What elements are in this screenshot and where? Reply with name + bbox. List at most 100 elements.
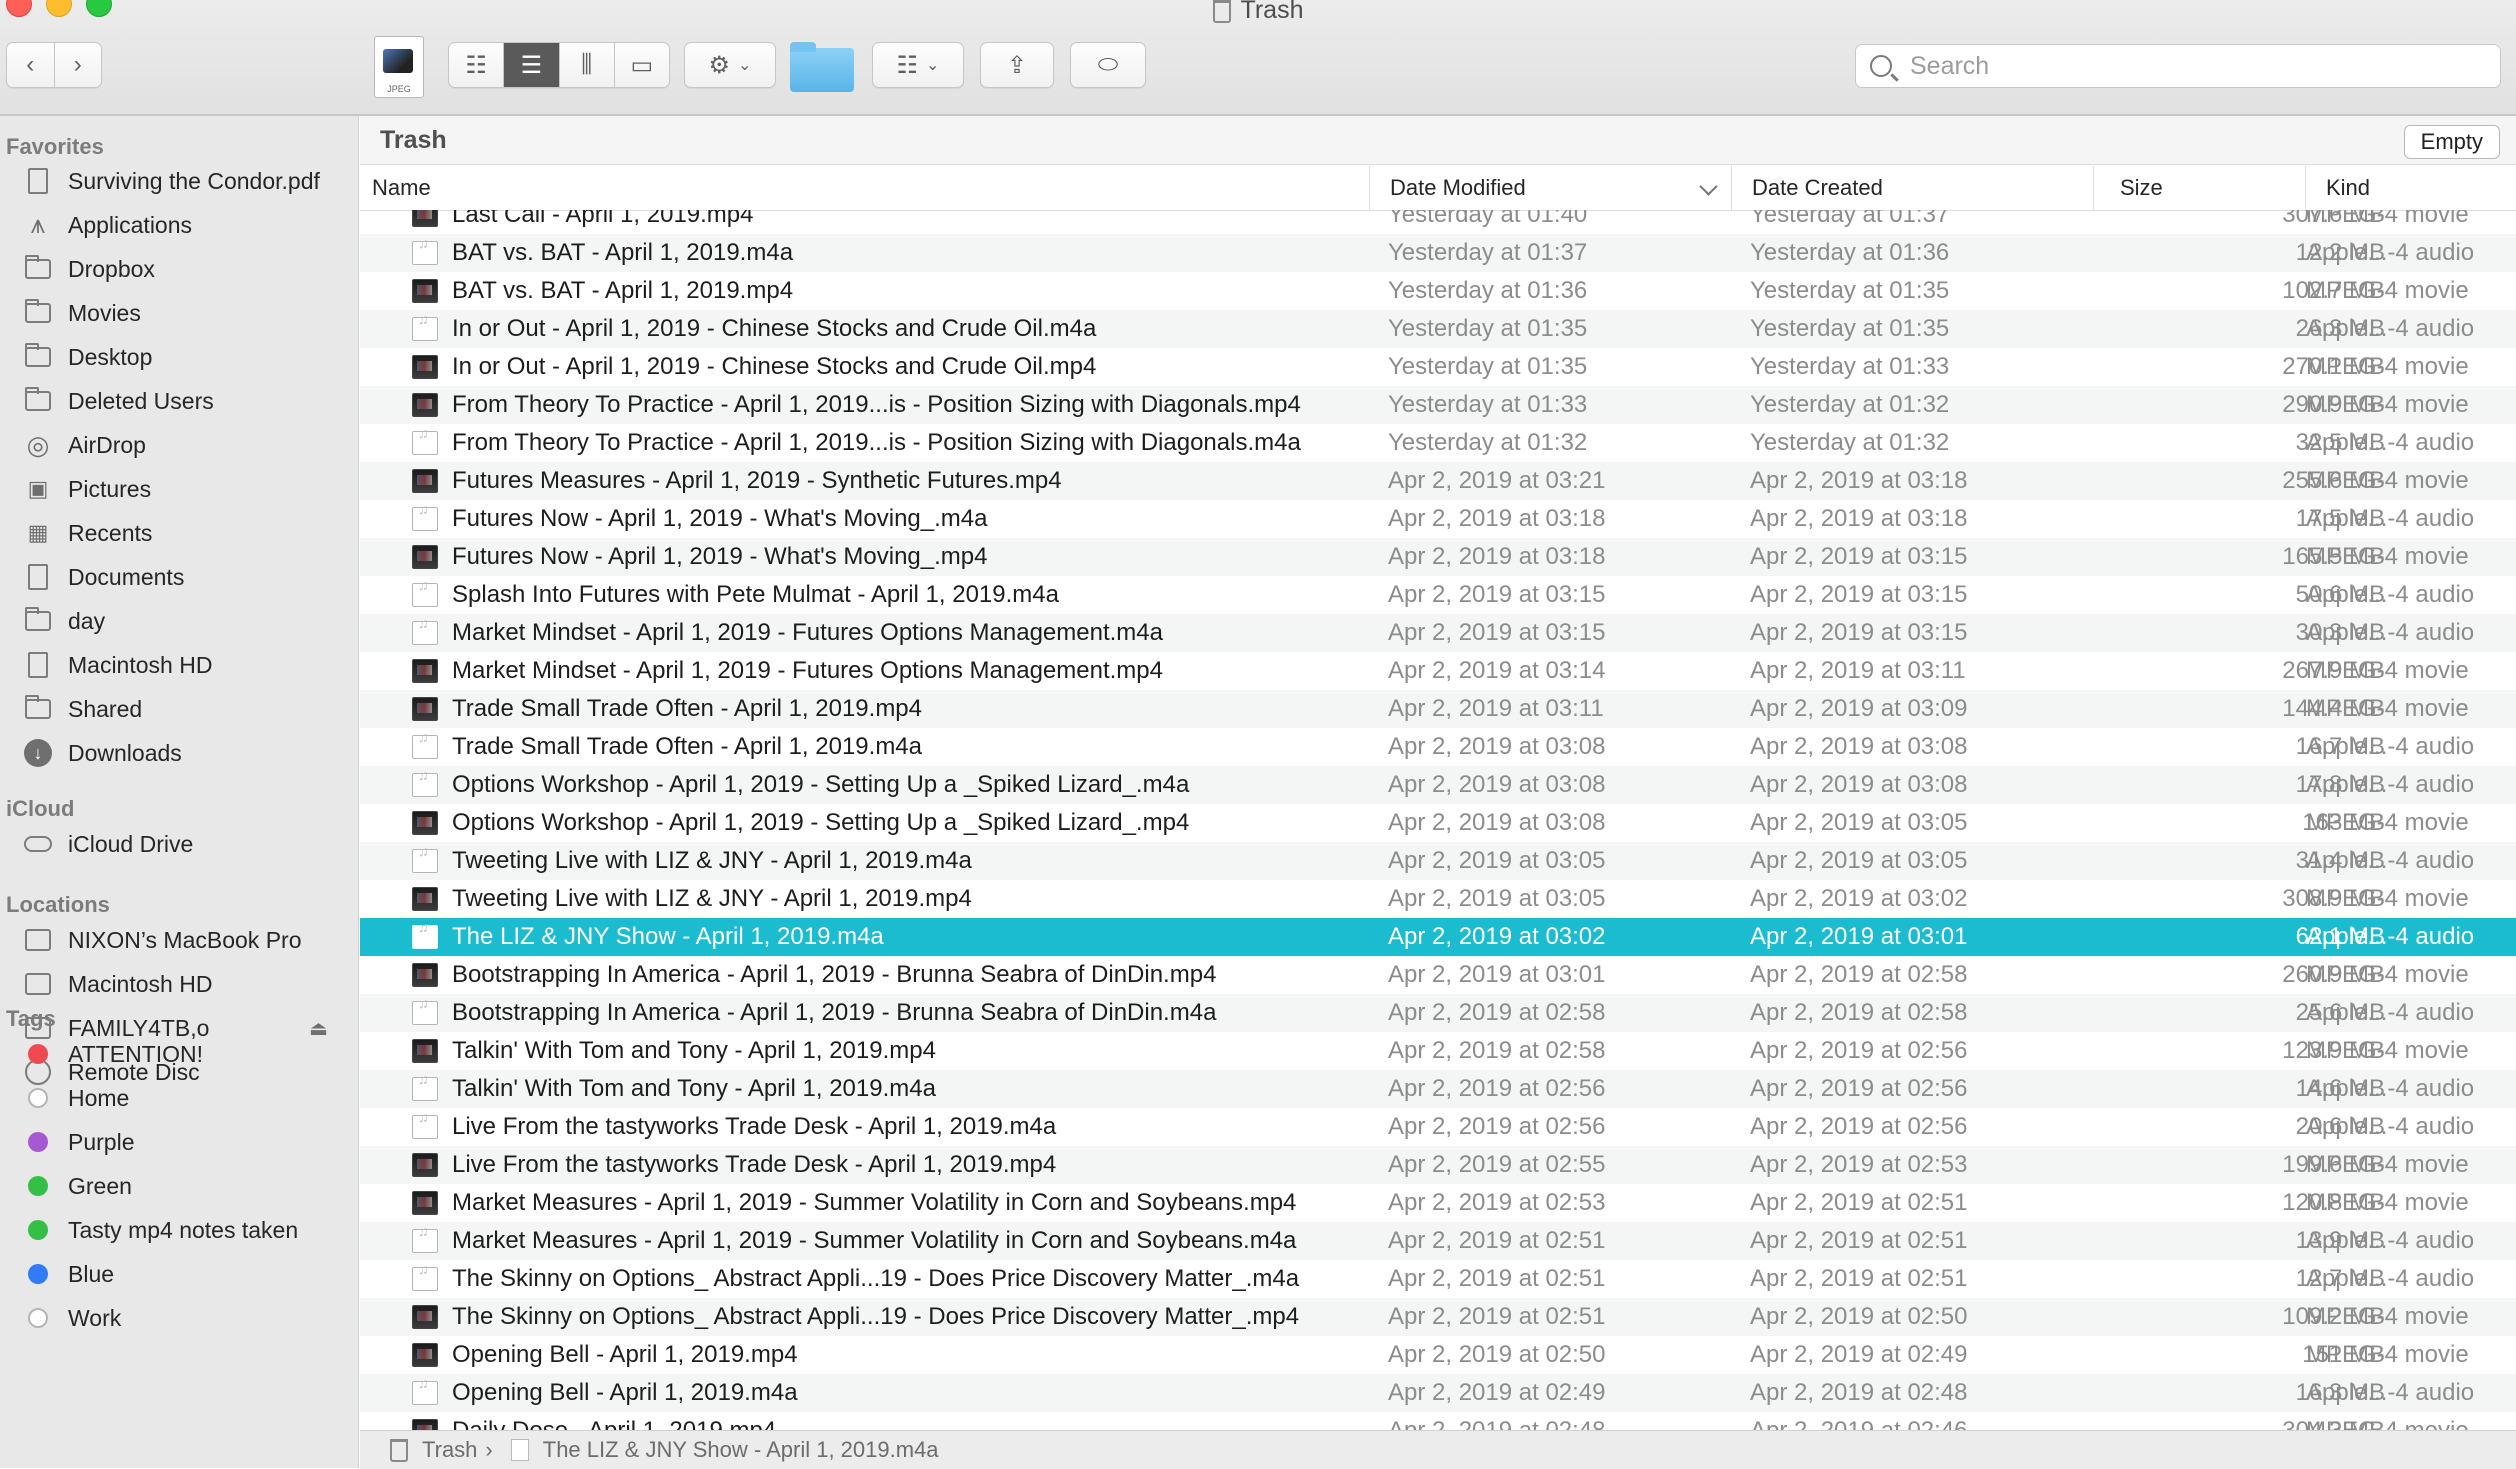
- table-row[interactable]: Last Call - April 1, 2019.mp4 Yesterday a…: [360, 210, 2516, 234]
- sidebar-item-label: day: [68, 607, 106, 634]
- sidebar-item-desktop[interactable]: Desktop: [0, 337, 358, 377]
- table-row[interactable]: The Skinny on Options_ Abstract Appli...…: [360, 1260, 2516, 1298]
- date-modified: Apr 2, 2019 at 03:08: [1388, 809, 1606, 836]
- airdrop-icon: ◎: [26, 429, 50, 460]
- back-button[interactable]: ‹: [7, 43, 55, 87]
- table-row[interactable]: Daily Dose - April 1, 2019.mp4 Apr 2, 201…: [360, 1412, 2516, 1430]
- sidebar-item-downloads[interactable]: ↓ Downloads: [0, 733, 358, 773]
- sidebar-item-macintosh-hd[interactable]: Macintosh HD: [0, 645, 358, 685]
- table-row[interactable]: Futures Measures - April 1, 2019 - Synth…: [360, 462, 2516, 500]
- sidebar-item-tasty-mp4-notes-taken[interactable]: Tasty mp4 notes taken: [0, 1210, 358, 1250]
- table-row[interactable]: Talkin' With Tom and Tony - April 1, 201…: [360, 1070, 2516, 1108]
- sidebar-item-movies[interactable]: Movies: [0, 293, 358, 333]
- file-name: From Theory To Practice - April 1, 2019.…: [452, 391, 1301, 418]
- action-menu-button[interactable]: ⚙ ⌄: [684, 42, 776, 88]
- forward-button[interactable]: ›: [55, 43, 102, 87]
- table-row[interactable]: In or Out - April 1, 2019 - Chinese Stoc…: [360, 348, 2516, 386]
- table-row[interactable]: Live From the tastyworks Trade Desk - Ap…: [360, 1146, 2516, 1184]
- sidebar-item-recents[interactable]: ▦ Recents: [0, 513, 358, 553]
- column-header-date-modified[interactable]: Date Modified: [1370, 166, 1732, 210]
- sidebar-item-shared[interactable]: Shared: [0, 689, 358, 729]
- date-created: Apr 2, 2019 at 03:18: [1750, 467, 1968, 494]
- search-input[interactable]: Search: [1855, 44, 2501, 88]
- list-view-button[interactable]: ☰: [504, 43, 560, 87]
- column-header-date-created[interactable]: Date Created: [1732, 166, 2094, 210]
- table-row[interactable]: Futures Now - April 1, 2019 - What's Mov…: [360, 500, 2516, 538]
- table-row[interactable]: Opening Bell - April 1, 2019.m4a Apr 2, 2…: [360, 1374, 2516, 1412]
- table-row[interactable]: Trade Small Trade Often - April 1, 2019.…: [360, 728, 2516, 766]
- sidebar-item-green[interactable]: Green: [0, 1166, 358, 1206]
- table-row[interactable]: Futures Now - April 1, 2019 - What's Mov…: [360, 538, 2516, 576]
- tag-color-icon: [28, 1264, 48, 1284]
- table-row[interactable]: From Theory To Practice - April 1, 2019.…: [360, 386, 2516, 424]
- table-row[interactable]: Bootstrapping In America - April 1, 2019…: [360, 994, 2516, 1032]
- icon-view-button[interactable]: ☷: [449, 43, 505, 87]
- tag-color-icon: [28, 1176, 48, 1196]
- columns-icon: ⫼: [581, 51, 593, 78]
- file-name: Tweeting Live with LIZ & JNY - April 1, …: [452, 847, 972, 874]
- sidebar-item-macintosh-hd[interactable]: Macintosh HD: [0, 964, 358, 1004]
- column-header-size[interactable]: Size: [2094, 166, 2306, 210]
- date-modified: Apr 2, 2019 at 02:56: [1388, 1113, 1606, 1140]
- empty-trash-button[interactable]: Empty: [2403, 125, 2500, 159]
- group-by-button[interactable]: ☷ ⌄: [872, 42, 964, 88]
- table-row[interactable]: Talkin' With Tom and Tony - April 1, 201…: [360, 1032, 2516, 1070]
- file-name: Talkin' With Tom and Tony - April 1, 201…: [452, 1075, 936, 1102]
- sidebar-item-applications[interactable]: ⩚ Applications: [0, 205, 358, 245]
- sidebar-item-documents[interactable]: Documents: [0, 557, 358, 597]
- table-row[interactable]: The LIZ & JNY Show - April 1, 2019.m4a Ap…: [360, 918, 2516, 956]
- folder-icon: [24, 695, 52, 723]
- date-created: Apr 2, 2019 at 02:48: [1750, 1379, 1968, 1406]
- table-row[interactable]: Market Measures - April 1, 2019 - Summer…: [360, 1184, 2516, 1222]
- table-row[interactable]: Opening Bell - April 1, 2019.mp4 Apr 2, 2…: [360, 1336, 2516, 1374]
- table-row[interactable]: Trade Small Trade Often - April 1, 2019.…: [360, 690, 2516, 728]
- share-button[interactable]: ⇪: [980, 42, 1054, 88]
- sidebar-item-home[interactable]: Home: [0, 1078, 358, 1118]
- date-modified: Apr 2, 2019 at 03:02: [1388, 923, 1606, 950]
- gallery-view-button[interactable]: ▭: [615, 43, 669, 87]
- table-row[interactable]: Live From the tastyworks Trade Desk - Ap…: [360, 1108, 2516, 1146]
- sidebar-item-nixon-s-macbook-pro[interactable]: NIXON’s MacBook Pro: [0, 920, 358, 960]
- sidebar-item-icloud-drive[interactable]: iCloud Drive: [0, 824, 358, 864]
- sidebar-item-attention[interactable]: ATTENTION!: [0, 1034, 358, 1074]
- tags-button[interactable]: ⬭: [1070, 42, 1146, 88]
- breadcrumb-file[interactable]: The LIZ & JNY Show - April 1, 2019.m4a: [543, 1437, 939, 1463]
- table-row[interactable]: BAT vs. BAT - April 1, 2019.m4a Yesterday…: [360, 234, 2516, 272]
- table-row[interactable]: Options Workshop - April 1, 2019 - Setti…: [360, 804, 2516, 842]
- date-created: Yesterday at 01:33: [1750, 353, 1950, 380]
- table-row[interactable]: Splash Into Futures with Pete Mulmat - A…: [360, 576, 2516, 614]
- sidebar-item-day[interactable]: day: [0, 601, 358, 641]
- date-created: Apr 2, 2019 at 02:56: [1750, 1113, 1968, 1140]
- folder-icon[interactable]: [790, 42, 854, 92]
- table-row[interactable]: BAT vs. BAT - April 1, 2019.mp4 Yesterday…: [360, 272, 2516, 310]
- table-row[interactable]: Bootstrapping In America - April 1, 2019…: [360, 956, 2516, 994]
- sidebar-item-surviving-the-condor-pdf[interactable]: Surviving the Condor.pdf: [0, 161, 358, 201]
- sidebar-item-label: Applications: [68, 211, 193, 238]
- table-row[interactable]: Tweeting Live with LIZ & JNY - April 1, …: [360, 880, 2516, 918]
- date-modified: Apr 2, 2019 at 03:08: [1388, 733, 1606, 760]
- file-name: In or Out - April 1, 2019 - Chinese Stoc…: [452, 353, 1097, 380]
- column-view-button[interactable]: ⫼: [560, 43, 615, 87]
- table-row[interactable]: Market Measures - April 1, 2019 - Summer…: [360, 1222, 2516, 1260]
- sidebar-item-pictures[interactable]: ▣ Pictures: [0, 469, 358, 509]
- table-row[interactable]: From Theory To Practice - April 1, 2019.…: [360, 424, 2516, 462]
- sidebar-item-purple[interactable]: Purple: [0, 1122, 358, 1162]
- table-row[interactable]: Tweeting Live with LIZ & JNY - April 1, …: [360, 842, 2516, 880]
- breadcrumb-trash[interactable]: Trash: [422, 1437, 477, 1463]
- sidebar-item-deleted-users[interactable]: Deleted Users: [0, 381, 358, 421]
- sidebar-item-work[interactable]: Work: [0, 1298, 358, 1338]
- table-row[interactable]: In or Out - April 1, 2019 - Chinese Stoc…: [360, 310, 2516, 348]
- audio-file-icon: [412, 501, 438, 531]
- table-row[interactable]: Options Workshop - April 1, 2019 - Setti…: [360, 766, 2516, 804]
- table-row[interactable]: The Skinny on Options_ Abstract Appli...…: [360, 1298, 2516, 1336]
- sidebar-item-label: Home: [68, 1084, 130, 1111]
- table-row[interactable]: Market Mindset - April 1, 2019 - Futures…: [360, 652, 2516, 690]
- table-row[interactable]: Market Mindset - April 1, 2019 - Futures…: [360, 614, 2516, 652]
- sidebar-item-dropbox[interactable]: Dropbox: [0, 249, 358, 289]
- column-header-name[interactable]: Name: [360, 166, 1370, 210]
- video-file-icon: [412, 697, 438, 721]
- jpeg-file-icon[interactable]: JPEG: [374, 36, 424, 98]
- sidebar-item-blue[interactable]: Blue: [0, 1254, 358, 1294]
- column-header-kind[interactable]: Kind: [2306, 166, 2516, 210]
- sidebar-item-airdrop[interactable]: ◎ AirDrop: [0, 425, 358, 465]
